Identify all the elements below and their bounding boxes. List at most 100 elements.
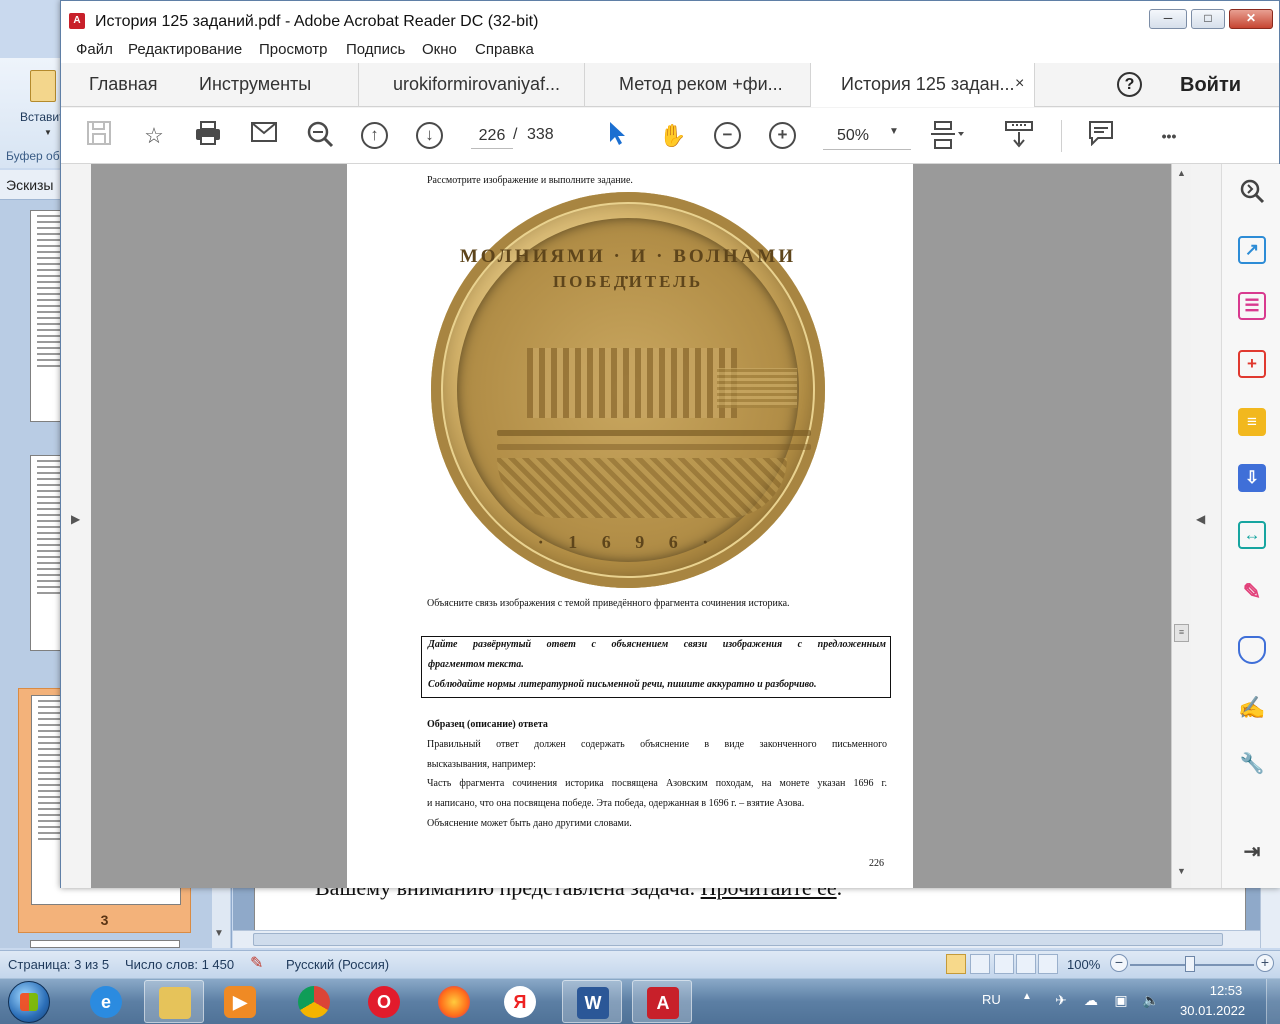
- clock-time[interactable]: 12:53: [1196, 983, 1256, 998]
- tab-document-3-active[interactable]: История 125 задан...: [811, 63, 1035, 107]
- paste-dropdown-icon[interactable]: ▼: [44, 128, 52, 137]
- scroll-down-icon[interactable]: ▼: [1177, 866, 1186, 876]
- medal-battle-relief: [497, 458, 787, 518]
- expand-left-panel-icon[interactable]: ▶: [71, 512, 80, 526]
- sign-in-button[interactable]: Войти: [1180, 74, 1241, 97]
- tab-document-1[interactable]: urokiformirovaniyaf...: [359, 63, 585, 107]
- collapse-tools-pane-icon[interactable]: ⇥: [1238, 838, 1266, 866]
- organize-pages-icon[interactable]: ☰: [1238, 292, 1266, 320]
- horizontal-scroll-thumb[interactable]: [253, 933, 1223, 946]
- document-horizontal-scrollbar[interactable]: [233, 930, 1260, 948]
- scroll-up-icon[interactable]: ▲: [1177, 168, 1186, 178]
- taskbar-firefox[interactable]: [424, 980, 484, 1023]
- paste-icon[interactable]: [30, 70, 56, 102]
- volume-icon[interactable]: 🔈: [1142, 991, 1160, 1009]
- request-signature-icon[interactable]: ✍: [1238, 694, 1266, 722]
- menu-edit[interactable]: Редактирование: [128, 41, 242, 58]
- tab-tools[interactable]: Инструменты: [179, 63, 359, 107]
- save-icon[interactable]: [83, 120, 115, 152]
- page-number-input[interactable]: 226: [471, 123, 513, 149]
- taskbar-chrome[interactable]: [284, 980, 344, 1023]
- maximize-button[interactable]: □: [1191, 9, 1225, 29]
- status-zoom-level[interactable]: 100%: [1067, 957, 1100, 972]
- scroll-thumb[interactable]: ≡: [1174, 624, 1189, 642]
- hand-tool-icon[interactable]: ✋: [657, 120, 689, 152]
- zoom-dropdown-icon[interactable]: ▼: [889, 126, 899, 137]
- menu-view[interactable]: Просмотр: [259, 41, 328, 58]
- toolbar-separator: [1061, 120, 1062, 152]
- next-page-icon[interactable]: ↓: [416, 122, 443, 149]
- create-pdf-icon[interactable]: +: [1238, 350, 1266, 378]
- tab-close-icon[interactable]: ×: [1015, 75, 1024, 93]
- zoom-out-icon[interactable]: −: [714, 122, 741, 149]
- spellcheck-icon[interactable]: ✎: [250, 953, 263, 973]
- clipboard-group-label: Буфер об: [6, 149, 60, 163]
- taskbar-word[interactable]: W: [562, 980, 622, 1023]
- full-screen-reading-view-button[interactable]: [970, 954, 990, 974]
- page-fit-icon[interactable]: [931, 120, 964, 152]
- taskbar-explorer[interactable]: [144, 980, 204, 1023]
- tray-sync-icon[interactable]: ☁: [1082, 991, 1100, 1009]
- zoom-out-icon[interactable]: −: [1110, 954, 1128, 972]
- menu-window[interactable]: Окно: [422, 41, 457, 58]
- select-cursor-icon[interactable]: [601, 120, 633, 152]
- tab-document-2[interactable]: Метод реком +фи...: [585, 63, 811, 107]
- clock-date[interactable]: 30.01.2022: [1180, 1003, 1245, 1018]
- more-tools-wrench-icon[interactable]: 🔧: [1238, 750, 1266, 778]
- tab-home[interactable]: Главная: [61, 63, 179, 107]
- bookmark-star-icon[interactable]: ☆: [138, 120, 170, 152]
- taskbar-yandex[interactable]: Я: [490, 980, 550, 1023]
- thumbnails-scroll-down-icon[interactable]: ▼: [214, 928, 224, 939]
- taskbar-internet-explorer[interactable]: e: [76, 980, 136, 1023]
- zoom-slider-handle[interactable]: [1185, 956, 1195, 972]
- outline-view-button[interactable]: [1016, 954, 1036, 974]
- status-page-count[interactable]: Страница: 3 из 5: [8, 957, 109, 972]
- tab-document-1-label: urokiformirovaniyaf...: [393, 74, 561, 94]
- page-thumbnail-4[interactable]: [30, 940, 180, 948]
- start-button[interactable]: [8, 981, 50, 1023]
- export-pdf-icon[interactable]: ↗: [1238, 236, 1266, 264]
- zoom-search-icon[interactable]: [304, 120, 336, 152]
- pdf-page[interactable]: Рассмотрите изображение и выполните зада…: [347, 164, 913, 888]
- zoom-in-icon[interactable]: +: [1256, 954, 1274, 972]
- close-button[interactable]: ✕: [1229, 9, 1273, 29]
- title-bar[interactable]: A История 125 заданий.pdf - Adobe Acroba…: [61, 1, 1279, 39]
- print-layout-view-button[interactable]: [946, 954, 966, 974]
- collapse-right-panel-icon[interactable]: ◀: [1196, 512, 1205, 526]
- web-layout-view-button[interactable]: [994, 954, 1014, 974]
- fill-sign-icon[interactable]: ✎: [1238, 578, 1266, 606]
- menu-sign[interactable]: Подпись: [346, 41, 405, 58]
- comment-tool-icon[interactable]: ≡: [1238, 408, 1266, 436]
- opera-icon: O: [368, 986, 400, 1018]
- status-word-count[interactable]: Число слов: 1 450: [125, 957, 234, 972]
- network-icon[interactable]: ▣: [1112, 991, 1130, 1009]
- document-vertical-scrollbar[interactable]: [1260, 886, 1280, 948]
- tray-app-icon[interactable]: ✈: [1052, 991, 1070, 1009]
- show-hidden-icons[interactable]: ▲: [1022, 991, 1032, 1002]
- taskbar-media-player[interactable]: ▶: [210, 980, 270, 1023]
- compress-pdf-icon[interactable]: ↔: [1238, 521, 1266, 549]
- menu-file[interactable]: Файл: [76, 41, 113, 58]
- medal-ships-relief: [717, 368, 797, 408]
- menu-help[interactable]: Справка: [475, 41, 534, 58]
- taskbar-opera[interactable]: O: [354, 980, 414, 1023]
- document-viewer[interactable]: ▶ Рассмотрите изображение и выполните за…: [61, 164, 1191, 888]
- print-icon[interactable]: [192, 120, 224, 152]
- previous-page-icon[interactable]: ↑: [361, 122, 388, 149]
- draft-view-button[interactable]: [1038, 954, 1058, 974]
- taskbar-acrobat[interactable]: A: [632, 980, 692, 1023]
- email-icon[interactable]: [248, 120, 280, 152]
- scroll-mode-icon[interactable]: [1003, 120, 1035, 152]
- help-icon[interactable]: ?: [1117, 72, 1142, 97]
- more-tools-icon[interactable]: •••: [1153, 120, 1185, 152]
- comment-icon[interactable]: [1085, 120, 1117, 152]
- protect-shield-icon[interactable]: [1238, 636, 1266, 664]
- combine-files-icon[interactable]: ⇩: [1238, 464, 1266, 492]
- minimize-button[interactable]: ─: [1149, 9, 1187, 29]
- zoom-in-icon[interactable]: +: [769, 122, 796, 149]
- search-zoom-tool-icon[interactable]: [1238, 178, 1266, 206]
- pdf-vertical-scrollbar[interactable]: ▲ ≡ ▼: [1171, 164, 1191, 888]
- show-desktop-button[interactable]: [1266, 979, 1280, 1024]
- keyboard-language[interactable]: RU: [982, 992, 1001, 1007]
- status-language[interactable]: Русский (Россия): [286, 957, 389, 972]
